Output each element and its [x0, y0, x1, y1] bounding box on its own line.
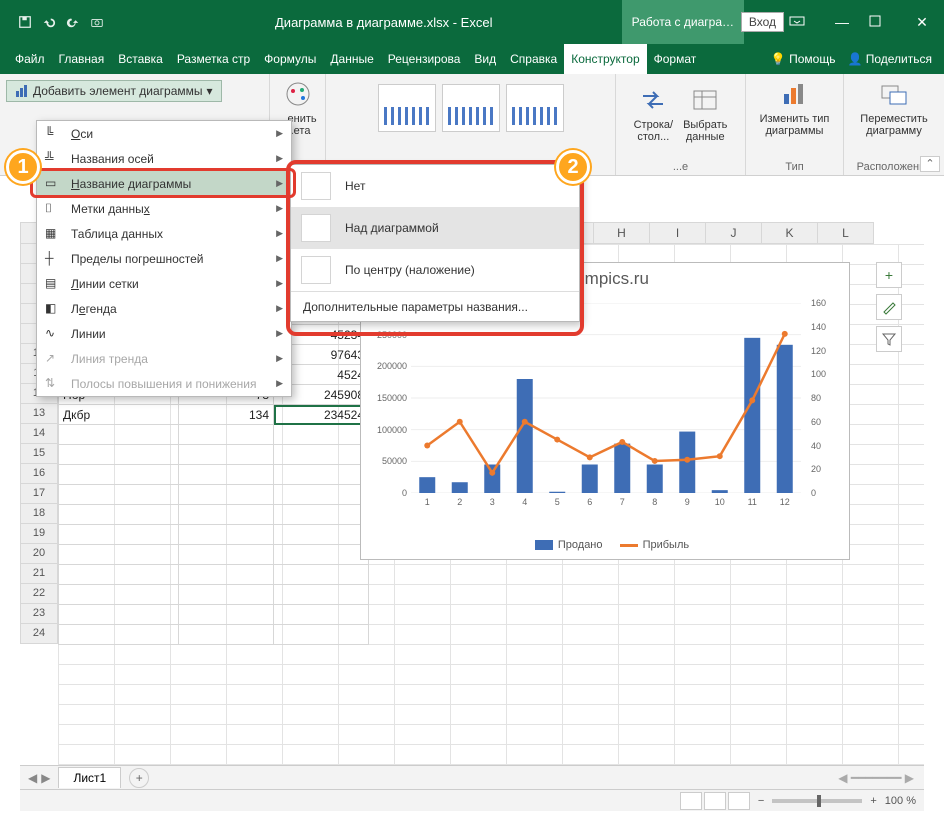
- annotation-highlight-1: [30, 168, 296, 198]
- sheet-nav-prev-icon[interactable]: ◀: [28, 771, 37, 785]
- tab-view[interactable]: Вид: [467, 44, 503, 74]
- chart-styles-button[interactable]: [876, 294, 902, 320]
- tab-formulas[interactable]: Формулы: [257, 44, 323, 74]
- x-axis-labels: 123456789101112: [411, 497, 801, 507]
- sheet-tab[interactable]: Лист1: [58, 767, 121, 788]
- tab-insert[interactable]: Вставка: [111, 44, 170, 74]
- chart-legend[interactable]: Продано Прибыль: [361, 539, 849, 551]
- switch-row-column-button[interactable]: Строка/ стол...: [634, 84, 673, 143]
- share-button[interactable]: 👤 Поделиться: [847, 52, 932, 66]
- ribbon-tabs: Файл Главная Вставка Разметка стр Формул…: [0, 44, 944, 74]
- col-head[interactable]: H: [594, 222, 650, 244]
- chart-style-thumb[interactable]: [442, 84, 500, 132]
- zoom-slider[interactable]: [772, 799, 862, 803]
- tab-help[interactable]: Справка: [503, 44, 564, 74]
- col-head[interactable]: I: [650, 222, 706, 244]
- select-data-button[interactable]: Выбрать данные: [683, 84, 727, 143]
- menu-trendline: ↗Линия тренда▶: [37, 346, 291, 371]
- chart-style-thumb[interactable]: [378, 84, 436, 132]
- tab-review[interactable]: Рецензирова: [381, 44, 468, 74]
- change-chart-type-button[interactable]: Изменить тип диаграммы: [760, 78, 830, 137]
- gridlines-icon: ▤: [45, 276, 61, 292]
- zoom-in-icon[interactable]: +: [870, 795, 876, 807]
- window-title: Диаграмма в диаграмме.xlsx - Excel: [275, 15, 492, 30]
- tab-file[interactable]: Файл: [8, 44, 52, 74]
- menu-data-labels[interactable]: ⌷Метки данных▶: [37, 196, 291, 221]
- zoom-level[interactable]: 100 %: [885, 795, 916, 807]
- chart-tools-label: Работа с диагра…: [622, 0, 744, 44]
- save-icon[interactable]: [18, 15, 32, 29]
- ribbon-options-icon[interactable]: [788, 14, 816, 31]
- sheet-tab-bar: ◀ ▶ Лист1 + ◀ ━━━━━━━ ▶: [20, 765, 924, 789]
- data-table-icon: ▦: [45, 226, 61, 242]
- add-chart-element-dropdown[interactable]: Добавить элемент диаграммы ▾: [6, 80, 222, 102]
- close-icon[interactable]: ✕: [908, 14, 936, 31]
- redo-icon[interactable]: [66, 15, 80, 29]
- view-page-break-icon[interactable]: [728, 792, 750, 810]
- legend-icon: ◧: [45, 301, 61, 317]
- group-type: Тип: [785, 161, 803, 173]
- undo-icon[interactable]: [42, 15, 56, 29]
- window-controls: — ✕: [788, 14, 936, 31]
- annotation-badge-1: 1: [6, 150, 40, 184]
- view-page-layout-icon[interactable]: [704, 792, 726, 810]
- collapse-ribbon-icon[interactable]: ⌃: [920, 156, 940, 172]
- tab-home[interactable]: Главная: [52, 44, 112, 74]
- camera-icon[interactable]: [90, 15, 104, 29]
- tab-page-layout[interactable]: Разметка стр: [170, 44, 257, 74]
- status-bar: − + 100 %: [20, 789, 924, 811]
- chart-style-thumb[interactable]: [506, 84, 564, 132]
- tab-chart-format[interactable]: Формат: [647, 44, 704, 74]
- menu-updown-bars: ⇅Полосы повышения и понижения▶: [37, 371, 291, 396]
- tab-data[interactable]: Данные: [323, 44, 380, 74]
- chart-element-icon: [15, 84, 29, 98]
- menu-data-table[interactable]: ▦Таблица данных▶: [37, 221, 291, 246]
- zoom-out-icon[interactable]: −: [758, 795, 764, 807]
- lines-icon: ∿: [45, 326, 61, 342]
- menu-lines[interactable]: ∿Линии▶: [37, 321, 291, 346]
- tab-chart-design[interactable]: Конструктор: [564, 44, 646, 74]
- sign-in-button[interactable]: Вход: [741, 12, 784, 32]
- new-sheet-button[interactable]: +: [129, 768, 149, 788]
- legend-swatch-line: [620, 544, 638, 547]
- menu-gridlines[interactable]: ▤Линии сетки▶: [37, 271, 291, 296]
- menu-axes[interactable]: ╚Оси▶: [37, 121, 291, 146]
- minimize-icon[interactable]: —: [828, 14, 856, 31]
- chart-styles-gallery[interactable]: [378, 78, 564, 132]
- hscroll[interactable]: ◀ ━━━━━━━ ▶: [838, 771, 924, 785]
- group-data: ...е: [673, 161, 688, 173]
- error-bars-icon: ┼: [45, 251, 61, 267]
- annotation-highlight-2: [286, 160, 584, 336]
- col-head[interactable]: K: [762, 222, 818, 244]
- y-axis-right: 020406080100120140160: [809, 303, 843, 493]
- view-normal-icon[interactable]: [680, 792, 702, 810]
- tell-me[interactable]: 💡 Помощь: [771, 52, 836, 66]
- add-chart-element-menu: ╚Оси▶ ╩Названия осей▶ ▭Название диаграмм…: [36, 120, 292, 397]
- menu-error-bars[interactable]: ┼Пределы погрешностей▶: [37, 246, 291, 271]
- col-head[interactable]: J: [706, 222, 762, 244]
- chart-filter-button[interactable]: [876, 326, 902, 352]
- move-chart-button[interactable]: Переместить диаграмму: [860, 78, 927, 137]
- sheet-nav-next-icon[interactable]: ▶: [41, 771, 50, 785]
- data-labels-icon: ⌷: [45, 201, 61, 217]
- legend-swatch-bar: [535, 540, 553, 550]
- maximize-icon[interactable]: [868, 14, 896, 31]
- trendline-icon: ↗: [45, 351, 61, 367]
- menu-legend[interactable]: ◧Легенда▶: [37, 296, 291, 321]
- axes-icon: ╚: [45, 126, 61, 142]
- chart-elements-button[interactable]: +: [876, 262, 902, 288]
- quick-access-toolbar: [0, 15, 104, 29]
- axis-titles-icon: ╩: [45, 151, 61, 167]
- annotation-badge-2: 2: [556, 150, 590, 184]
- col-head[interactable]: L: [818, 222, 874, 244]
- titlebar: Диаграмма в диаграмме.xlsx - Excel Работ…: [0, 0, 944, 44]
- updown-icon: ⇅: [45, 376, 61, 392]
